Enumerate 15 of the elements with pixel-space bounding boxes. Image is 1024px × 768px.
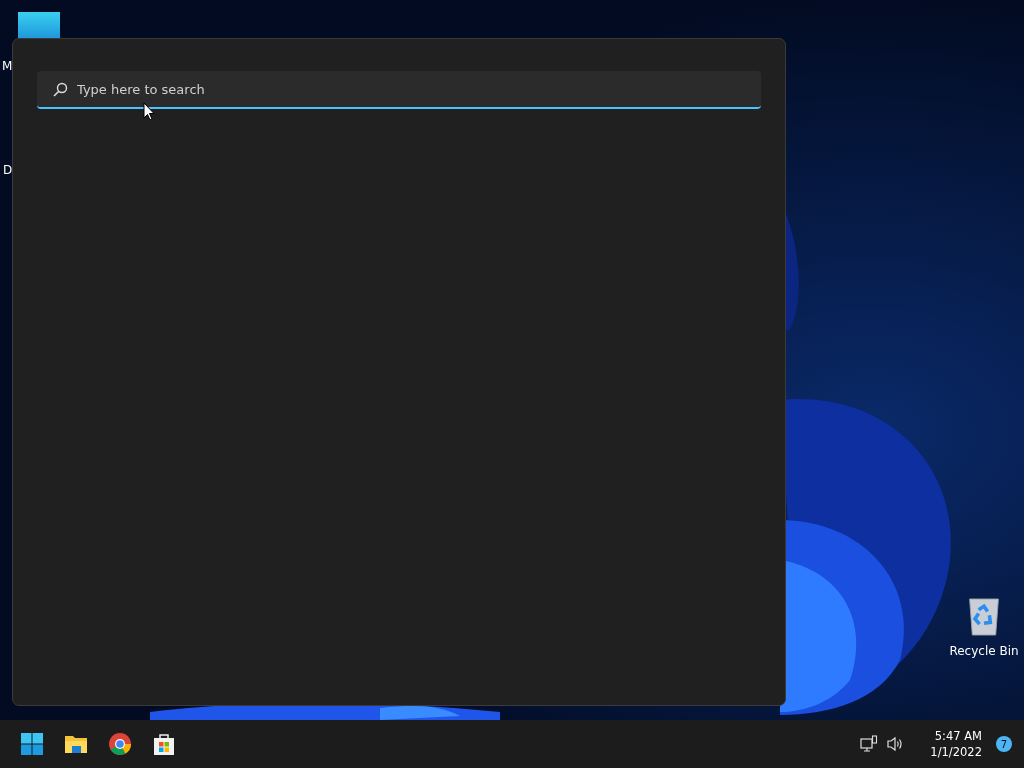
icon-label[interactable]: Recycle Bin <box>949 644 1019 658</box>
notification-badge[interactable]: 7 <box>996 736 1012 752</box>
recycle-bin-icon[interactable] <box>966 596 1002 638</box>
clock-date[interactable]: 1/1/2022 <box>930 744 982 760</box>
icon-label[interactable]: D <box>3 163 13 177</box>
browser-icon[interactable] <box>108 732 132 756</box>
store-bag-icon[interactable] <box>152 732 176 756</box>
search-field[interactable]: Type here to search <box>37 71 761 109</box>
start-icon[interactable] <box>20 732 44 756</box>
network-icon[interactable] <box>860 735 879 753</box>
cursor-icon <box>143 102 155 121</box>
search-icon <box>52 82 68 98</box>
icon-label[interactable]: M <box>2 59 13 73</box>
volume-icon[interactable] <box>886 735 905 753</box>
clock-time[interactable]: 5:47 AM <box>934 728 982 744</box>
